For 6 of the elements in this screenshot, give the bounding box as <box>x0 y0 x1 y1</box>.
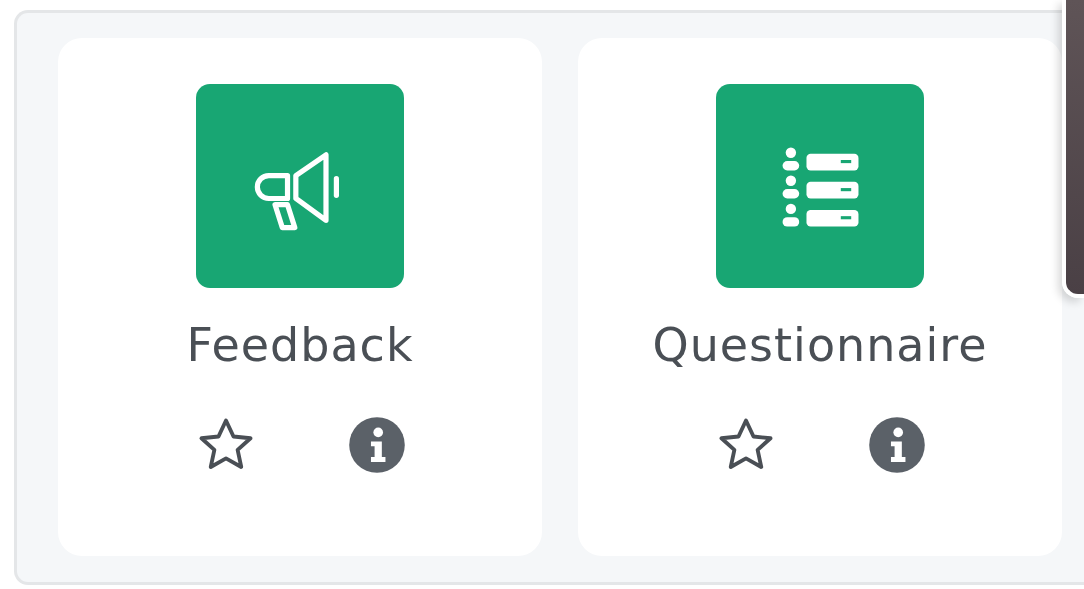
info-icon[interactable] <box>348 416 406 474</box>
activity-card[interactable]: Feedback <box>58 38 542 556</box>
info-icon[interactable] <box>868 416 926 474</box>
activity-name: Questionnaire <box>652 318 988 372</box>
activity-name: Feedback <box>186 318 414 372</box>
activity-card[interactable]: Questionnaire <box>578 38 1062 556</box>
